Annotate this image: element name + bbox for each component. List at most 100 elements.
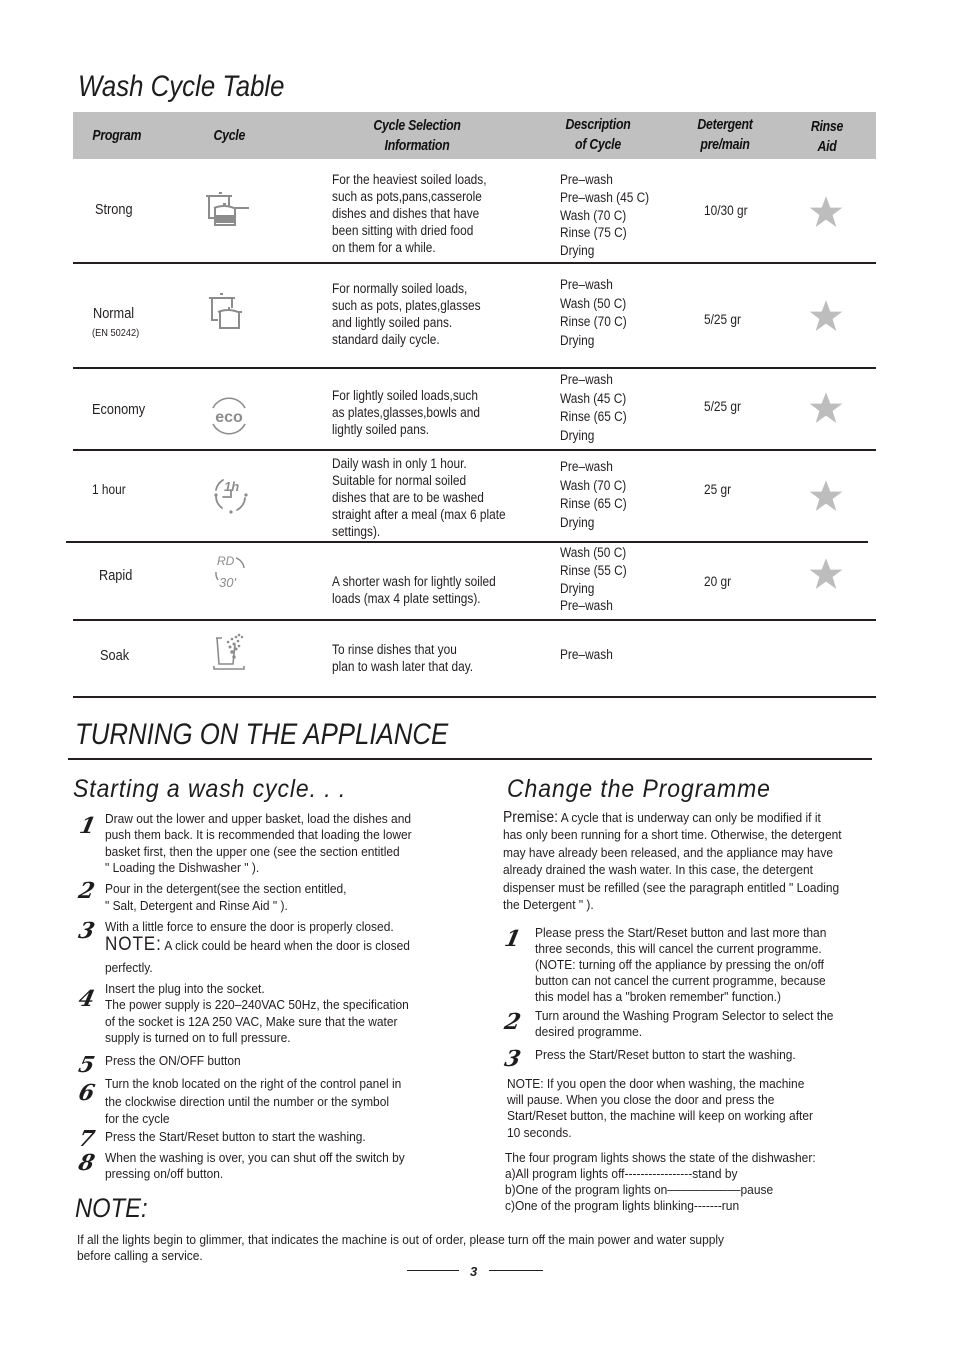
bottom-note-text: If all the lights begin to glimmer, that… bbox=[77, 1232, 724, 1264]
step-line: Turn the knob located on the right of th… bbox=[105, 1076, 402, 1091]
step-text: Please press the Start/Reset button and … bbox=[535, 925, 826, 1005]
cycle-info-line: standard daily cycle. bbox=[332, 332, 440, 347]
cycle-info-line: dishes that are to be washed bbox=[332, 490, 484, 505]
step-number: 7 bbox=[76, 1126, 98, 1152]
row-divider bbox=[73, 262, 876, 264]
cycle-step: Wash (70 C) bbox=[560, 207, 627, 223]
step-line: the clockwise direction until the number… bbox=[105, 1093, 390, 1109]
note-line: 10 seconds. bbox=[507, 1124, 572, 1140]
lights-line: b)One of the program lights on––––––––––… bbox=[505, 1182, 774, 1197]
step-text: Turn around the Washing Program Selector… bbox=[535, 1008, 833, 1040]
wash-cycle-table-title: Wash Cycle Table bbox=[78, 70, 285, 103]
step-number: 3 bbox=[76, 918, 98, 944]
cycle-step: Pre–wash bbox=[560, 459, 613, 474]
cycle-step: Wash (50 C) bbox=[560, 295, 627, 311]
turning-on-title: TURNING ON THE APPLIANCE bbox=[75, 718, 449, 751]
cycle-info-line: plan to wash later that day. bbox=[332, 659, 474, 674]
detergent-amount: 10/30 gr bbox=[704, 203, 748, 218]
cycle-description: Pre–wash Wash (50 C) Rinse (70 C) Drying bbox=[560, 276, 627, 350]
footer-rule-left bbox=[407, 1270, 459, 1272]
cycle-info-line: For the heaviest soiled loads, bbox=[332, 172, 487, 187]
step-line: button can not cancel the current progra… bbox=[535, 973, 826, 988]
note-line: Start/Reset button, the machine will kee… bbox=[507, 1108, 813, 1124]
step-number: 8 bbox=[76, 1150, 98, 1176]
cycle-description: Wash (50 C) Rinse (55 C) Drying Pre–wash bbox=[560, 544, 627, 615]
row-divider bbox=[66, 541, 868, 543]
detergent-amount: 25 gr bbox=[704, 482, 732, 497]
soak-icon bbox=[213, 633, 245, 670]
step-line: " Salt, Detergent and Rinse Aid " ). bbox=[105, 898, 288, 913]
cycle-step: Drying bbox=[560, 243, 595, 259]
cycle-step: Drying bbox=[560, 580, 595, 596]
cycle-step: Pre–wash bbox=[560, 598, 613, 614]
step-number: 2 bbox=[502, 1009, 524, 1035]
step-line: Press the ON/OFF button bbox=[105, 1053, 241, 1068]
note-text: A click could be heard when the door is … bbox=[164, 938, 410, 953]
cycle-info-line: Daily wash in only 1 hour. bbox=[332, 456, 467, 471]
row-divider bbox=[73, 619, 876, 621]
step-line: The power supply is 220–240VAC 50Hz, the… bbox=[105, 997, 409, 1013]
step-line: for the cycle bbox=[105, 1111, 170, 1126]
door-note: NOTE: If you open the door when washing,… bbox=[507, 1076, 813, 1141]
pots-heavy-icon bbox=[206, 192, 249, 226]
cycle-step: Drying bbox=[560, 332, 595, 348]
cycle-description: Pre–wash Pre–wash (45 C) Wash (70 C) Rin… bbox=[560, 171, 649, 260]
cycle-info-line: For lightly soiled loads,such bbox=[332, 388, 478, 403]
step-number: 2 bbox=[76, 878, 98, 904]
step-line: Draw out the lower and upper basket, loa… bbox=[105, 811, 412, 826]
program-name: Rapid bbox=[99, 568, 133, 584]
cycle-info-line: such as pots,pans,casserole bbox=[332, 189, 482, 204]
step-number: 5 bbox=[76, 1052, 98, 1078]
note-line: If all the lights begin to glimmer, that… bbox=[77, 1232, 725, 1247]
rinse-aid-star-icon bbox=[809, 480, 843, 511]
step-text: Turn the knob located on the right of th… bbox=[105, 1075, 401, 1128]
change-programme-title: Change the Programme bbox=[507, 775, 771, 803]
step-note: NOTE: A click could be heard when the do… bbox=[105, 935, 410, 954]
step-text: Pour in the detergent(see the section en… bbox=[105, 880, 346, 914]
cycle-step: Rinse (70 C) bbox=[560, 314, 627, 329]
program-name: Normal bbox=[93, 306, 135, 322]
cycle-description: Pre–wash Wash (45 C) Rinse (65 C) Drying bbox=[560, 371, 627, 445]
cycle-step: Pre–wash bbox=[560, 647, 613, 662]
header-description: Description of Cycle bbox=[561, 115, 635, 155]
step-line: Press the Start/Reset button to start th… bbox=[105, 1129, 366, 1144]
row-divider bbox=[73, 696, 876, 698]
step-text: Press the Start/Reset button to start th… bbox=[535, 1047, 796, 1063]
program-name: 1 hour bbox=[92, 482, 126, 497]
cycle-info: A shorter wash for lightly soiled loads … bbox=[332, 573, 496, 607]
eco-icon: eco bbox=[212, 397, 246, 435]
detergent-amount: 20 gr bbox=[704, 574, 732, 589]
step-text: Press the Start/Reset button to start th… bbox=[105, 1129, 366, 1145]
lights-line: The four program lights shows the state … bbox=[505, 1150, 816, 1165]
step-text: With a little force to ensure the door i… bbox=[105, 919, 394, 935]
program-name: Soak bbox=[100, 648, 130, 664]
note-line: will pause. When you close the door and … bbox=[507, 1092, 775, 1108]
header-description-line2: of Cycle bbox=[575, 136, 621, 153]
cycle-info-line: on them for a while. bbox=[332, 240, 436, 255]
page-number: 3 bbox=[470, 1264, 478, 1279]
program-name: Strong bbox=[95, 202, 133, 218]
cycle-info: For normally soiled loads, such as pots,… bbox=[332, 280, 481, 348]
program-standard: (EN 50242) bbox=[92, 327, 140, 339]
table-header: Program Cycle Cycle Selection Informatio… bbox=[73, 112, 876, 159]
svg-text:RD: RD bbox=[217, 554, 235, 568]
step-text: Draw out the lower and upper basket, loa… bbox=[105, 811, 412, 876]
footer-rule-right bbox=[489, 1270, 543, 1272]
lights-line: a)All program lights off----------------… bbox=[505, 1166, 738, 1181]
cycle-step: Wash (70 C) bbox=[560, 477, 627, 493]
rapid-30-icon: RD 30' bbox=[215, 554, 245, 590]
step-text: When the washing is over, you can shut o… bbox=[105, 1150, 405, 1183]
cycle-info-line: lightly soiled pans. bbox=[332, 422, 430, 437]
step-number: 4 bbox=[76, 986, 98, 1012]
header-cycle: Cycle bbox=[213, 127, 246, 144]
cycle-step: Rinse (55 C) bbox=[560, 562, 627, 578]
step-line: With a little force to ensure the door i… bbox=[105, 919, 394, 934]
step-line: " Loading the Dishwasher " ). bbox=[105, 859, 260, 875]
svg-text:1h: 1h bbox=[224, 479, 239, 494]
pots-normal-icon bbox=[209, 293, 242, 329]
program-name: Economy bbox=[92, 402, 146, 418]
rinse-aid-star-icon bbox=[809, 196, 843, 227]
svg-text:30': 30' bbox=[219, 575, 236, 590]
cycle-info-line: For normally soiled loads, bbox=[332, 281, 468, 296]
lights-line: c)One of the program lights blinking----… bbox=[505, 1198, 740, 1213]
